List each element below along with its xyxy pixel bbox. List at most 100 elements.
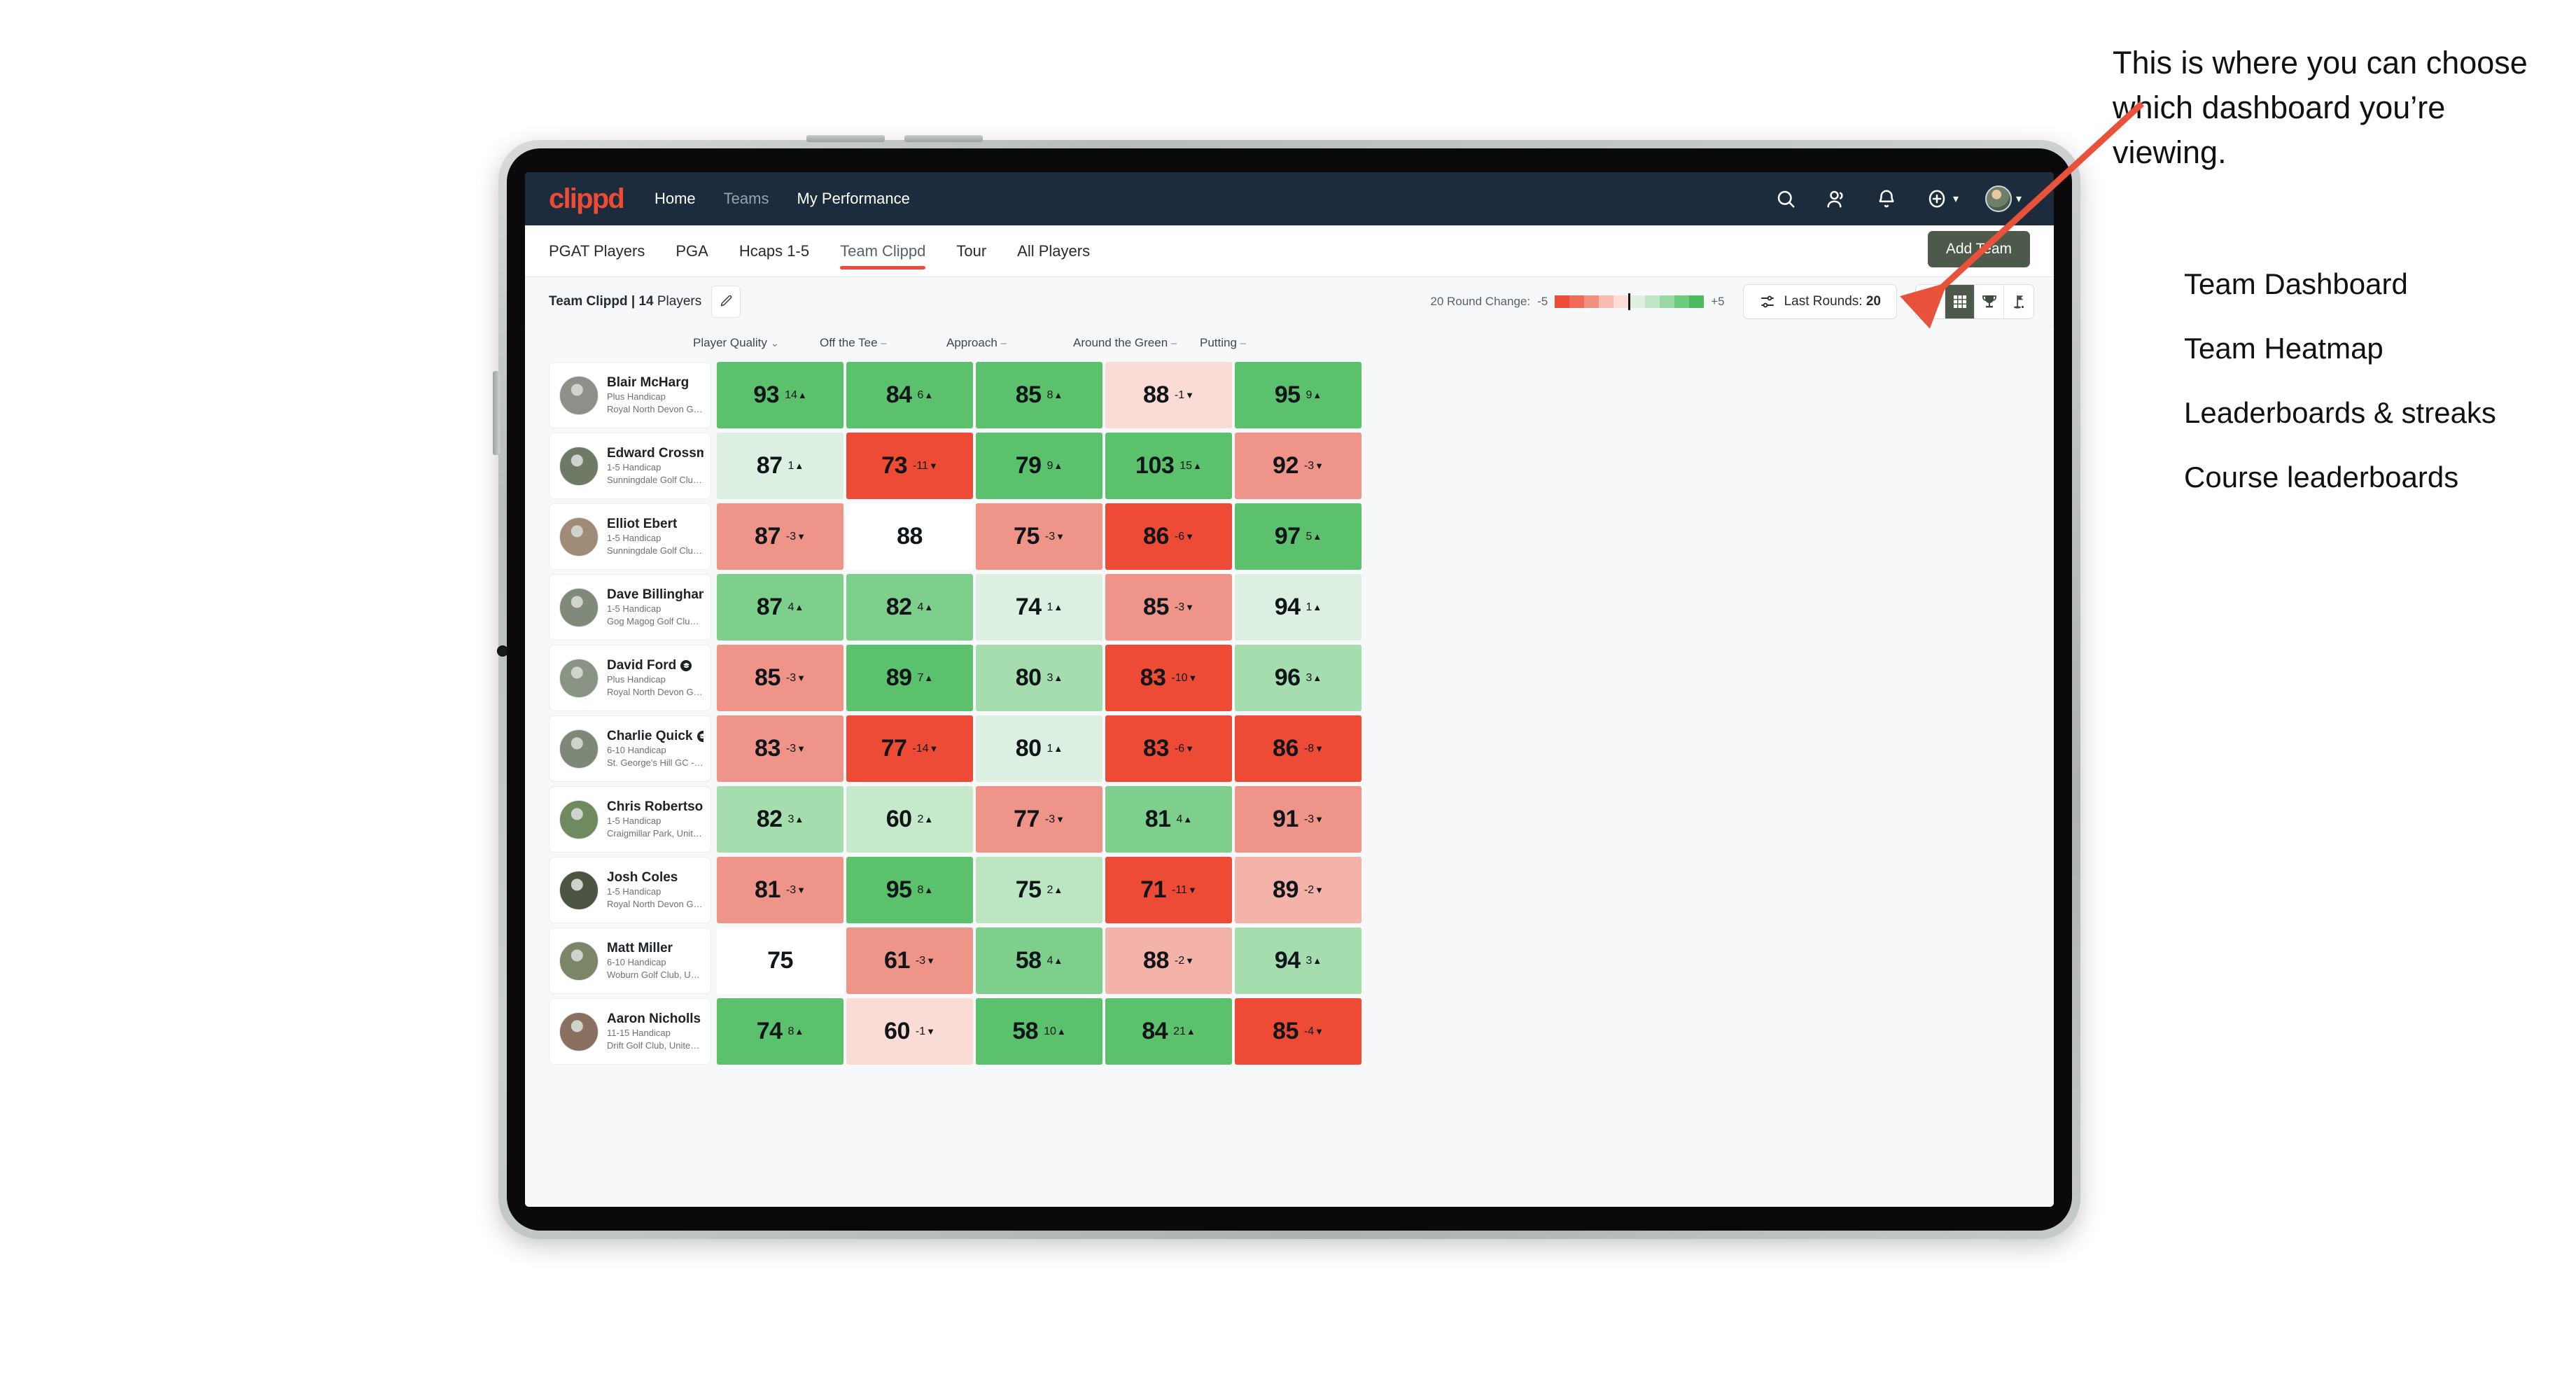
score-cell[interactable]: 80 3 ▲ bbox=[976, 645, 1102, 711]
last-rounds-button[interactable]: Last Rounds: 20 bbox=[1742, 284, 1897, 319]
tab-pgat-players[interactable]: PGAT Players bbox=[549, 225, 645, 276]
score-cell[interactable]: 97 5 ▲ bbox=[1235, 503, 1362, 570]
player-cell[interactable]: Dave Billingham 1-5 Handicap Gog Magog Gol… bbox=[549, 574, 711, 640]
add-team-button[interactable]: Add Team bbox=[1927, 231, 2030, 267]
score-cell[interactable]: 83 -3 ▼ bbox=[717, 715, 844, 782]
score-cell[interactable]: 58 4 ▲ bbox=[976, 927, 1102, 994]
score-cell[interactable]: 84 21 ▲ bbox=[1105, 998, 1232, 1065]
score-cell[interactable]: 75 2 ▲ bbox=[976, 857, 1102, 923]
score-cell[interactable]: 77 -3 ▼ bbox=[976, 786, 1102, 853]
score-cell[interactable]: 91 -3 ▼ bbox=[1235, 786, 1362, 853]
score-cell[interactable]: 71 -11 ▼ bbox=[1105, 857, 1232, 923]
column-header[interactable]: Around the Green – bbox=[1068, 336, 1194, 350]
score-cell[interactable]: 93 14 ▲ bbox=[717, 362, 844, 428]
view-toggle-team-heatmap[interactable] bbox=[1945, 284, 1975, 318]
score-cell[interactable]: 82 3 ▲ bbox=[717, 786, 844, 853]
score-cell[interactable]: 92 -3 ▼ bbox=[1235, 433, 1362, 499]
view-toggle-team-dashboard[interactable] bbox=[1916, 284, 1945, 318]
score-cell[interactable]: 86 -6 ▼ bbox=[1105, 503, 1232, 570]
table-row[interactable]: Blair McHarg Plus Handicap Royal North Dev… bbox=[525, 360, 2054, 430]
score-cell[interactable]: 84 6 ▲ bbox=[846, 362, 973, 428]
score-cell[interactable]: 85 -4 ▼ bbox=[1235, 998, 1362, 1065]
score-cell[interactable]: 88 bbox=[846, 503, 973, 570]
tab-team-clippd[interactable]: Team Clippd bbox=[840, 225, 926, 276]
search-icon[interactable] bbox=[1774, 187, 1798, 211]
player-cell[interactable]: Elliot Ebert 1-5 Handicap Sunningdale Golf… bbox=[549, 503, 711, 570]
player-cell[interactable]: Blair McHarg Plus Handicap Royal North Dev… bbox=[549, 362, 711, 428]
column-header[interactable]: Putting – bbox=[1194, 336, 1321, 350]
table-row[interactable]: Dave Billingham 1-5 Handicap Gog Magog Gol… bbox=[525, 572, 2054, 643]
nav-link-my-performance[interactable]: My Performance bbox=[797, 190, 909, 208]
score-cell[interactable]: 81 -3 ▼ bbox=[717, 857, 844, 923]
player-cell[interactable]: Chris Robertson 1-5 Handicap Craigmillar P… bbox=[549, 786, 711, 853]
tab-pga[interactable]: PGA bbox=[676, 225, 708, 276]
score-cell[interactable]: 83 -6 ▼ bbox=[1105, 715, 1232, 782]
score-cell[interactable]: 88 -2 ▼ bbox=[1105, 927, 1232, 994]
player-cell[interactable]: David Ford Plus Handicap Royal North Devon… bbox=[549, 645, 711, 711]
player-cell[interactable]: Charlie Quick 6-10 Handicap St. George's H… bbox=[549, 715, 711, 782]
score-cell[interactable]: 83 -10 ▼ bbox=[1105, 645, 1232, 711]
table-row[interactable]: Edward Crossman1-5 Handicap Sunningdale G… bbox=[525, 430, 2054, 501]
score-cell[interactable]: 74 1 ▲ bbox=[976, 574, 1102, 640]
nav-link-teams[interactable]: Teams bbox=[724, 190, 769, 208]
score-cell[interactable]: 87 4 ▲ bbox=[717, 574, 844, 640]
score-delta-value: -3 bbox=[1044, 813, 1056, 825]
tab-hcaps-1-5[interactable]: Hcaps 1-5 bbox=[739, 225, 809, 276]
score-cell[interactable]: 95 8 ▲ bbox=[846, 857, 973, 923]
score-cell[interactable]: 77 -14 ▼ bbox=[846, 715, 973, 782]
bell-icon[interactable] bbox=[1875, 187, 1898, 211]
player-cell[interactable]: Aaron Nicholls 11-15 Handicap Drift Golf C… bbox=[549, 998, 711, 1065]
score-cell[interactable]: 80 1 ▲ bbox=[976, 715, 1102, 782]
player-info: Aaron Nicholls 11-15 Handicap Drift Golf C… bbox=[607, 1011, 704, 1051]
score-cell[interactable]: 94 3 ▲ bbox=[1235, 927, 1362, 994]
score-cell[interactable]: 74 8 ▲ bbox=[717, 998, 844, 1065]
view-toggle-course-leaderboards[interactable] bbox=[2004, 284, 2033, 318]
score-cell[interactable]: 79 9 ▲ bbox=[976, 433, 1102, 499]
score-cell[interactable]: 58 10 ▲ bbox=[976, 998, 1102, 1065]
score-cell[interactable]: 60 -1 ▼ bbox=[846, 998, 973, 1065]
score-cell[interactable]: 85 8 ▲ bbox=[976, 362, 1102, 428]
score-cell[interactable]: 85 -3 ▼ bbox=[1105, 574, 1232, 640]
player-cell[interactable]: Edward Crossman1-5 Handicap Sunningdale G… bbox=[549, 433, 711, 499]
score-cell[interactable]: 73 -11 ▼ bbox=[846, 433, 973, 499]
score-cell[interactable]: 86 -8 ▼ bbox=[1235, 715, 1362, 782]
score-cell[interactable]: 82 4 ▲ bbox=[846, 574, 973, 640]
score-cell[interactable]: 96 3 ▲ bbox=[1235, 645, 1362, 711]
score-cell[interactable]: 95 9 ▲ bbox=[1235, 362, 1362, 428]
table-row[interactable]: David Ford Plus Handicap Royal North Devon… bbox=[525, 643, 2054, 713]
column-header[interactable]: Approach – bbox=[941, 336, 1068, 350]
column-header[interactable]: Off the Tee – bbox=[814, 336, 941, 350]
table-row[interactable]: Chris Robertson 1-5 Handicap Craigmillar P… bbox=[525, 784, 2054, 855]
score-cell[interactable]: 75 -3 ▼ bbox=[976, 503, 1102, 570]
view-toggle-leaderboards-streaks[interactable] bbox=[1975, 284, 2004, 318]
table-row[interactable]: Elliot Ebert 1-5 Handicap Sunningdale Golf… bbox=[525, 501, 2054, 572]
table-row[interactable]: Josh Coles 1-5 Handicap Royal North Devon … bbox=[525, 855, 2054, 925]
score-cell[interactable]: 87 -3 ▼ bbox=[717, 503, 844, 570]
tab-tour[interactable]: Tour bbox=[956, 225, 986, 276]
clippd-logo[interactable]: clippd bbox=[549, 183, 625, 215]
score-cell[interactable]: 88 -1 ▼ bbox=[1105, 362, 1232, 428]
add-menu[interactable]: ▾ bbox=[1925, 187, 1959, 211]
score-cell[interactable]: 103 15 ▲ bbox=[1105, 433, 1232, 499]
player-cell[interactable]: Matt Miller 6-10 Handicap Woburn Golf Club… bbox=[549, 927, 711, 994]
score-cell[interactable]: 81 4 ▲ bbox=[1105, 786, 1232, 853]
plus-circle-icon[interactable] bbox=[1925, 187, 1949, 211]
score-cell[interactable]: 87 1 ▲ bbox=[717, 433, 844, 499]
score-cell[interactable]: 89 -2 ▼ bbox=[1235, 857, 1362, 923]
table-row[interactable]: Aaron Nicholls 11-15 Handicap Drift Golf C… bbox=[525, 996, 2054, 1067]
score-cell[interactable]: 60 2 ▲ bbox=[846, 786, 973, 853]
score-cell[interactable]: 94 1 ▲ bbox=[1235, 574, 1362, 640]
edit-team-button[interactable] bbox=[711, 285, 741, 318]
nav-link-home[interactable]: Home bbox=[654, 190, 696, 208]
table-row[interactable]: Matt Miller 6-10 Handicap Woburn Golf Club… bbox=[525, 925, 2054, 996]
score-cell[interactable]: 89 7 ▲ bbox=[846, 645, 973, 711]
tab-all-players[interactable]: All Players bbox=[1017, 225, 1090, 276]
score-cell[interactable]: 61 -3 ▼ bbox=[846, 927, 973, 994]
table-row[interactable]: Charlie Quick 6-10 Handicap St. George's H… bbox=[525, 713, 2054, 784]
column-header[interactable]: Player Quality ⌄ bbox=[687, 336, 814, 350]
score-cell[interactable]: 75 bbox=[717, 927, 844, 994]
score-cell[interactable]: 85 -3 ▼ bbox=[717, 645, 844, 711]
account-menu[interactable]: ▾ bbox=[1984, 186, 2022, 212]
people-icon[interactable] bbox=[1824, 187, 1848, 211]
player-cell[interactable]: Josh Coles 1-5 Handicap Royal North Devon … bbox=[549, 857, 711, 923]
